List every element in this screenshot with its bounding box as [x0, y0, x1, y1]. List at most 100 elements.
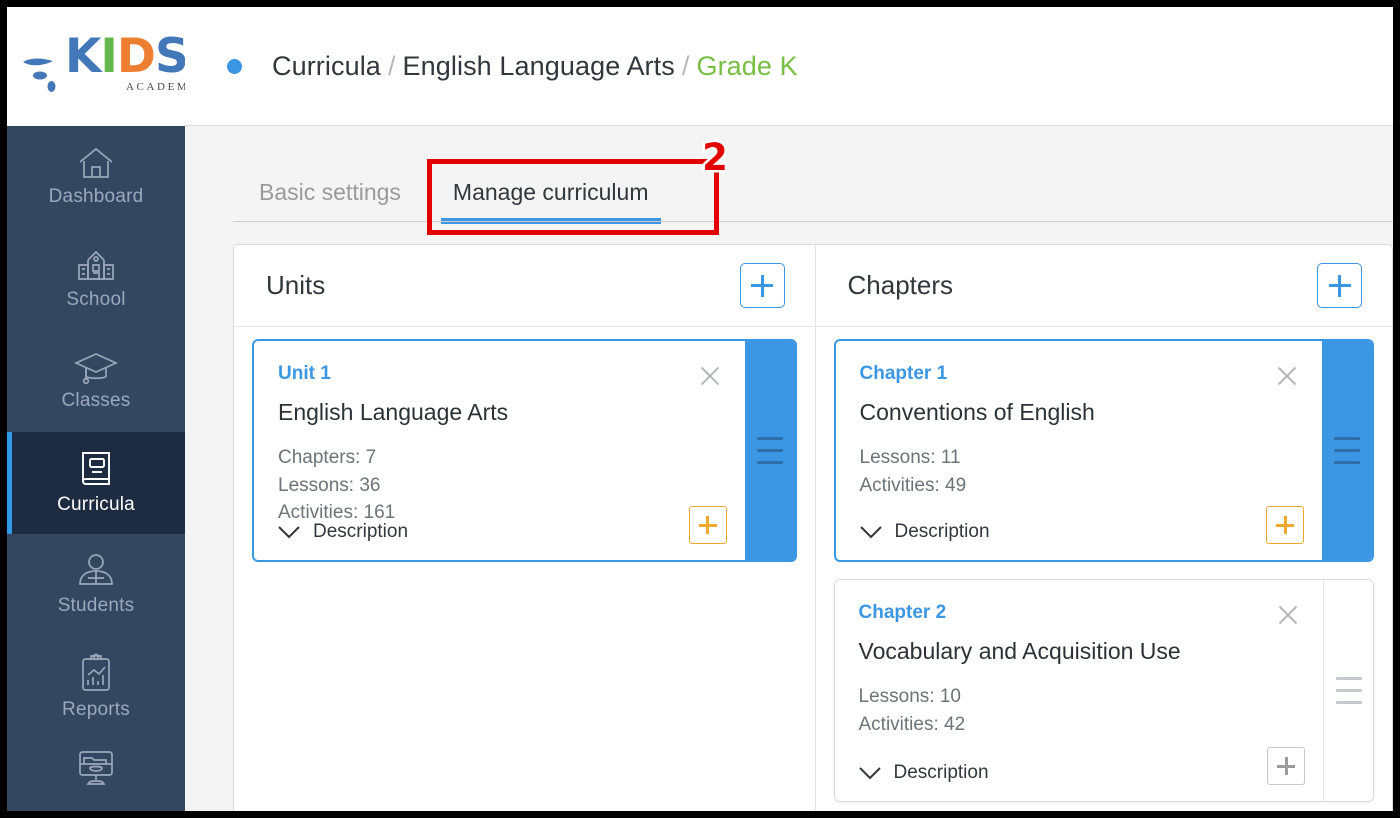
chapters-list: Chapter 1 Conventions of English Lessons…: [816, 327, 1393, 802]
sidebar-item-dashboard[interactable]: Dashboard: [7, 126, 185, 228]
sidebar-item-reports[interactable]: Reports: [7, 636, 185, 738]
add-chapter-button[interactable]: [1317, 263, 1362, 308]
logo-letter-s: S: [154, 28, 189, 84]
units-panel-title: Units: [266, 270, 326, 300]
desktop-folder-icon: [79, 751, 113, 785]
logo-splash-icon: [23, 58, 53, 65]
chapter-description-toggle[interactable]: Description: [858, 762, 989, 784]
drag-line: [756, 437, 783, 440]
chapter-card[interactable]: Chapter 1 Conventions of English Lessons…: [833, 339, 1374, 562]
chevron-down-icon: [858, 766, 881, 779]
chapters-panel-header: Chapters: [815, 245, 1392, 327]
drag-line: [1334, 437, 1360, 440]
chapter-card-stat-lessons: Lessons: 10: [858, 686, 961, 707]
unit-description-toggle[interactable]: Description: [278, 521, 408, 543]
drag-line: [1334, 461, 1360, 464]
chapter-card-title: Conventions of English: [859, 399, 1095, 425]
graduation-cap-icon: [74, 353, 118, 384]
chapter-card[interactable]: Chapter 2 Vocabulary and Acquisition Use…: [833, 579, 1374, 802]
chapter-card-kicker: Chapter 2: [858, 602, 947, 623]
chapter-description-label: Description: [893, 762, 989, 783]
chapter-description-toggle[interactable]: Description: [859, 521, 990, 543]
chapter-card-title: Vocabulary and Acquisition Use: [858, 638, 1181, 664]
sidebar-item-label: Students: [57, 595, 135, 616]
breadcrumb-separator: /: [681, 50, 690, 81]
remove-chapter-icon[interactable]: [1272, 361, 1302, 391]
units-panel: Units Unit 1 English Language Arts Chapt…: [234, 245, 816, 811]
plus-icon: [751, 274, 773, 297]
tab-manage-curriculum[interactable]: Manage curriculum: [427, 179, 675, 224]
logo-wordmark: KIDS: [65, 33, 189, 80]
tab-divider: [233, 221, 1393, 222]
plus-icon: [1276, 516, 1294, 534]
add-chapter-item-button[interactable]: [1266, 506, 1304, 544]
brand-logo[interactable]: KIDS ACADEMY: [7, 7, 197, 126]
logo-splash-icon: [47, 80, 56, 92]
breadcrumb-separator: /: [387, 50, 396, 81]
unit-card-body: Unit 1 English Language Arts Chapters: 7…: [254, 341, 745, 560]
plus-icon: [1328, 274, 1351, 297]
units-list: Unit 1 English Language Arts Chapters: 7…: [234, 327, 815, 562]
chapter-drag-handle[interactable]: [1323, 580, 1373, 801]
logo-splash-icon: [33, 71, 47, 79]
sidebar-item-students[interactable]: Students: [7, 534, 185, 636]
sidebar: KIDS ACADEMY Dashboard School Classes Cu…: [7, 7, 197, 811]
unit-card-stat-lessons: Lessons: 36: [278, 474, 381, 496]
add-unit-item-button[interactable]: [688, 506, 727, 544]
annotation-step-number: 2: [700, 133, 731, 181]
chapter-card-stat-activities: Activities: 42: [858, 713, 966, 735]
chapter-description-label: Description: [894, 521, 990, 542]
report-chart-icon: [82, 653, 110, 691]
sidebar-item-label: Classes: [61, 390, 131, 411]
chapters-panel: Chapters Chapter 1 Conventions of Englis…: [815, 245, 1393, 811]
annotation-step-badge: 2: [695, 133, 735, 181]
sidebar-item-curricula[interactable]: Curricula: [7, 432, 185, 534]
page-header: Curricula / English Language Arts / Grade K: [185, 7, 1393, 126]
unit-card-stat-chapters: Chapters: 7: [278, 447, 377, 468]
sidebar-item-school[interactable]: School: [7, 228, 185, 330]
home-icon: [79, 147, 113, 178]
chevron-down-icon: [278, 525, 300, 538]
sidebar-item-classes[interactable]: Classes: [7, 330, 185, 432]
drag-line: [1335, 701, 1362, 704]
breadcrumb-root[interactable]: Curricula: [272, 51, 381, 81]
plus-icon: [1277, 757, 1295, 775]
sidebar-item-label: Reports: [62, 699, 130, 720]
remove-unit-icon[interactable]: [695, 361, 725, 391]
chapters-panel-title: Chapters: [847, 270, 954, 300]
add-chapter-item-button[interactable]: [1267, 747, 1305, 785]
chapter-card-body: Chapter 2 Vocabulary and Acquisition Use…: [835, 580, 1324, 801]
unit-card-kicker: Unit 1: [278, 363, 331, 384]
breadcrumb-middle[interactable]: English Language Arts: [403, 51, 675, 81]
user-group-icon: [79, 554, 113, 585]
chapter-card-kicker: Chapter 1: [859, 363, 948, 384]
logo-letter-i: I: [100, 28, 117, 84]
unit-description-label: Description: [313, 521, 409, 542]
remove-chapter-icon[interactable]: [1273, 600, 1303, 630]
chapter-card-body: Chapter 1 Conventions of English Lessons…: [836, 341, 1323, 560]
add-unit-button[interactable]: [739, 263, 785, 308]
logo-letter-d: D: [116, 28, 156, 84]
school-icon: [78, 250, 114, 280]
sidebar-item-label: Curricula: [57, 494, 135, 515]
units-panel-header: Units: [234, 245, 815, 327]
sidebar-item-label: Dashboard: [48, 186, 144, 207]
sidebar-item-label: School: [66, 289, 126, 310]
drag-line: [756, 449, 783, 452]
chevron-down-icon: [859, 525, 882, 538]
tab-bar: Basic settings Manage curriculum: [185, 127, 1393, 224]
chapter-drag-handle[interactable]: [1322, 341, 1372, 560]
drag-line: [756, 461, 783, 464]
curriculum-content-card: Units Unit 1 English Language Arts Chapt…: [233, 244, 1393, 811]
unit-card[interactable]: Unit 1 English Language Arts Chapters: 7…: [252, 339, 797, 562]
unit-card-title: English Language Arts: [278, 399, 509, 425]
book-icon: [82, 452, 110, 485]
chapter-card-stat-activities: Activities: 49: [859, 474, 967, 496]
status-dot-icon: [227, 58, 242, 74]
unit-drag-handle[interactable]: [744, 341, 795, 560]
tab-basic-settings[interactable]: Basic settings: [233, 179, 427, 222]
app-window: KIDS ACADEMY Dashboard School Classes Cu…: [7, 7, 1393, 811]
plus-icon: [698, 516, 717, 534]
breadcrumb-current: Grade K: [696, 50, 798, 81]
sidebar-item-content[interactable]: [7, 738, 185, 798]
